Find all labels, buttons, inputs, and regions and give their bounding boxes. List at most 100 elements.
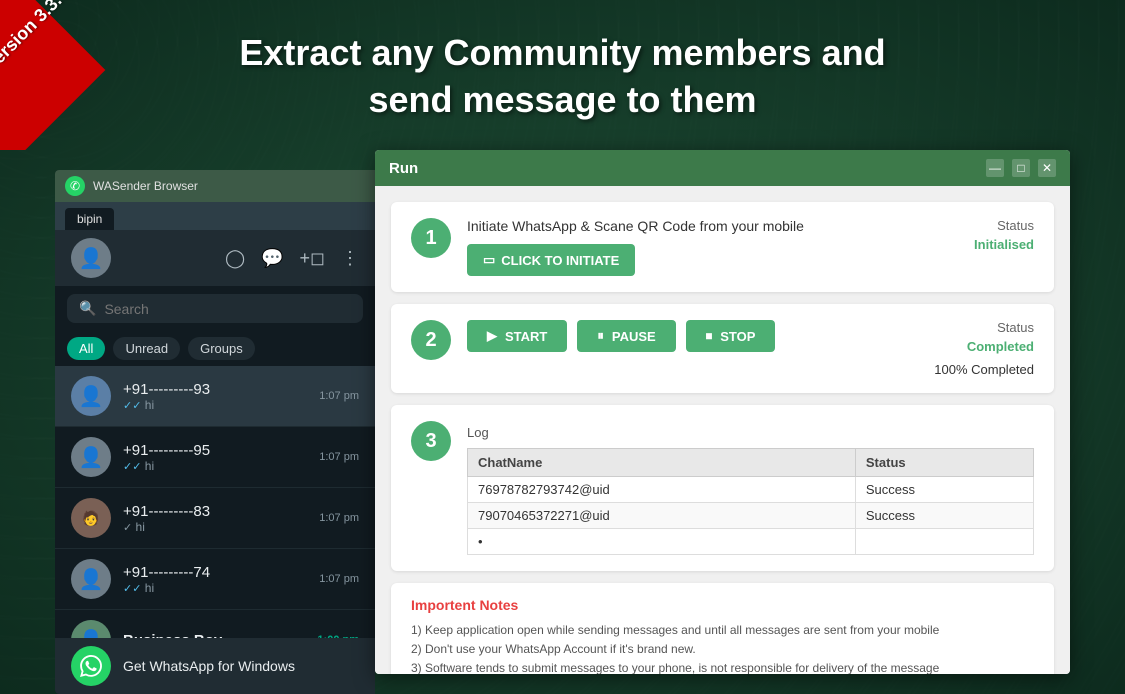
maximize-button[interactable]: □ <box>1012 159 1030 177</box>
start-button[interactable]: ▶ START <box>467 320 567 352</box>
chat-name: +91---------83 <box>123 503 307 520</box>
initiate-icon: ▭ <box>483 252 495 268</box>
list-item[interactable]: 🧑 +91---------83 ✓ hi 1:07 pm <box>55 488 375 549</box>
list-item[interactable]: 👤 +91---------95 ✓✓ hi 1:07 pm <box>55 427 375 488</box>
run-titlebar: Run — □ ✕ <box>375 150 1070 186</box>
run-content: 1 Initiate WhatsApp & Scane QR Code from… <box>375 186 1070 674</box>
step-1-content: Initiate WhatsApp & Scane QR Code from y… <box>467 218 958 276</box>
chat-icon[interactable]: 💬 <box>261 248 283 269</box>
table-header-row: ChatName Status <box>468 449 1034 477</box>
list-item[interactable]: 👤 Business Boy 1:00 pm <box>55 610 375 638</box>
chat-list: 👤 +91---------93 ✓✓ hi 1:07 pm 👤 +91----… <box>55 366 375 638</box>
notes-title: Importent Notes <box>411 597 1034 613</box>
list-item[interactable]: 👤 +91---------74 ✓✓ hi 1:07 pm <box>55 549 375 610</box>
run-title: Run <box>389 160 418 177</box>
log-title: Log <box>467 425 1034 440</box>
header-section: Extract any Community members and send m… <box>0 20 1125 134</box>
note-item-3: 3) Software tends to submit messages to … <box>411 659 1034 674</box>
footer-label: Get WhatsApp for Windows <box>123 658 295 674</box>
header-title: Extract any Community members and send m… <box>0 30 1125 124</box>
step-1-card: 1 Initiate WhatsApp & Scane QR Code from… <box>391 202 1054 292</box>
initiate-button[interactable]: ▭ CLICK TO INITIATE <box>467 244 635 276</box>
chat-name: +91---------93 <box>123 381 307 398</box>
avatar: 👤 <box>71 559 111 599</box>
wa-footer-icon <box>71 646 111 686</box>
new-chat-icon[interactable]: +◻ <box>300 248 325 269</box>
app-title: WASender Browser <box>93 179 198 193</box>
chat-name: +91---------74 <box>123 564 307 581</box>
cell-status: Success <box>855 477 1033 503</box>
chat-time: 1:07 pm <box>319 512 359 524</box>
sidebar-header: 👤 ◯ 💬 +◻ ⋮ <box>55 230 375 286</box>
user-avatar[interactable]: 👤 <box>71 238 111 278</box>
step-2-content: ▶ START ⏸ PAUSE ⏹ STOP <box>467 320 918 352</box>
app-title-bar: ✆ WASender Browser <box>55 170 375 202</box>
search-input[interactable] <box>104 301 351 317</box>
chat-time: 1:07 pm <box>319 573 359 585</box>
progress-text: 100% Completed <box>934 362 1034 377</box>
titlebar-controls: — □ ✕ <box>986 159 1056 177</box>
avatar: 🧑 <box>71 498 111 538</box>
table-row: • <box>468 529 1034 555</box>
minimize-button[interactable]: — <box>986 159 1004 177</box>
tab-bipin[interactable]: bipin <box>65 208 114 230</box>
status-label: Status <box>997 218 1034 233</box>
tab-bar: bipin <box>55 202 375 230</box>
whatsapp-sidebar: ✆ WASender Browser bipin 👤 ◯ 💬 +◻ ⋮ 🔍 Al… <box>55 170 375 694</box>
pause-button[interactable]: ⏸ PAUSE <box>577 320 675 352</box>
filter-all[interactable]: All <box>67 337 105 360</box>
avatar: 👤 <box>71 620 111 638</box>
chat-name: +91---------95 <box>123 442 307 459</box>
filter-groups[interactable]: Groups <box>188 337 255 360</box>
list-item[interactable]: 👤 +91---------93 ✓✓ hi 1:07 pm <box>55 366 375 427</box>
search-wrapper: 🔍 <box>67 294 363 323</box>
cell-status: Success <box>855 503 1033 529</box>
step-1-number: 1 <box>411 218 451 258</box>
menu-icon[interactable]: ⋮ <box>341 248 359 269</box>
close-button[interactable]: ✕ <box>1038 159 1056 177</box>
stop-button[interactable]: ⏹ STOP <box>686 320 776 352</box>
cell-status <box>855 529 1033 555</box>
notes-section: Importent Notes 1) Keep application open… <box>391 583 1054 674</box>
wa-app-icon: ✆ <box>65 176 85 196</box>
col-status: Status <box>855 449 1033 477</box>
status-icon[interactable]: ◯ <box>225 248 245 269</box>
chat-time: 1:07 pm <box>319 390 359 402</box>
filter-unread[interactable]: Unread <box>113 337 180 360</box>
chat-info: +91---------93 ✓✓ hi <box>123 381 307 412</box>
chat-info: +91---------74 ✓✓ hi <box>123 564 307 595</box>
chat-info: +91---------83 ✓ hi <box>123 503 307 534</box>
chat-preview: ✓✓ hi <box>123 581 307 595</box>
pause-icon: ⏸ <box>597 328 604 344</box>
step-2-number: 2 <box>411 320 451 360</box>
control-buttons: ▶ START ⏸ PAUSE ⏹ STOP <box>467 320 918 352</box>
status-value: Completed <box>967 339 1034 354</box>
status-label: Status <box>997 320 1034 335</box>
version-text: Version 3.3.0 <box>0 0 74 77</box>
note-item-1: 1) Keep application open while sending m… <box>411 621 1034 640</box>
step-3-number: 3 <box>411 421 451 461</box>
search-icon: 🔍 <box>79 300 96 317</box>
chat-time: 1:07 pm <box>319 451 359 463</box>
avatar: 👤 <box>71 376 111 416</box>
table-row: 76978782793742@uid Success <box>468 477 1034 503</box>
step-2-card: 2 ▶ START ⏸ PAUSE ⏹ STOP <box>391 304 1054 393</box>
whatsapp-footer: Get WhatsApp for Windows <box>55 638 375 694</box>
cell-chatname: 79070465372271@uid <box>468 503 856 529</box>
notes-text: 1) Keep application open while sending m… <box>411 621 1034 674</box>
step-1-status: Status Initialised <box>974 218 1034 252</box>
col-chatname: ChatName <box>468 449 856 477</box>
version-badge: Version 3.3.0 <box>0 0 150 150</box>
cell-chatname: • <box>468 529 856 555</box>
step-1-description: Initiate WhatsApp & Scane QR Code from y… <box>467 218 958 234</box>
search-bar: 🔍 <box>55 286 375 331</box>
table-row: 79070465372271@uid Success <box>468 503 1034 529</box>
step-2-status: Status Completed 100% Completed <box>934 320 1034 377</box>
run-panel: Run — □ ✕ 1 Initiate WhatsApp & Scane QR… <box>375 150 1070 674</box>
chat-preview: ✓✓ hi <box>123 398 307 412</box>
step-3-card: 3 Log ChatName Status 769787827 <box>391 405 1054 571</box>
avatar: 👤 <box>71 437 111 477</box>
status-value: Initialised <box>974 237 1034 252</box>
filter-tabs: All Unread Groups <box>55 331 375 366</box>
play-icon: ▶ <box>487 328 497 344</box>
